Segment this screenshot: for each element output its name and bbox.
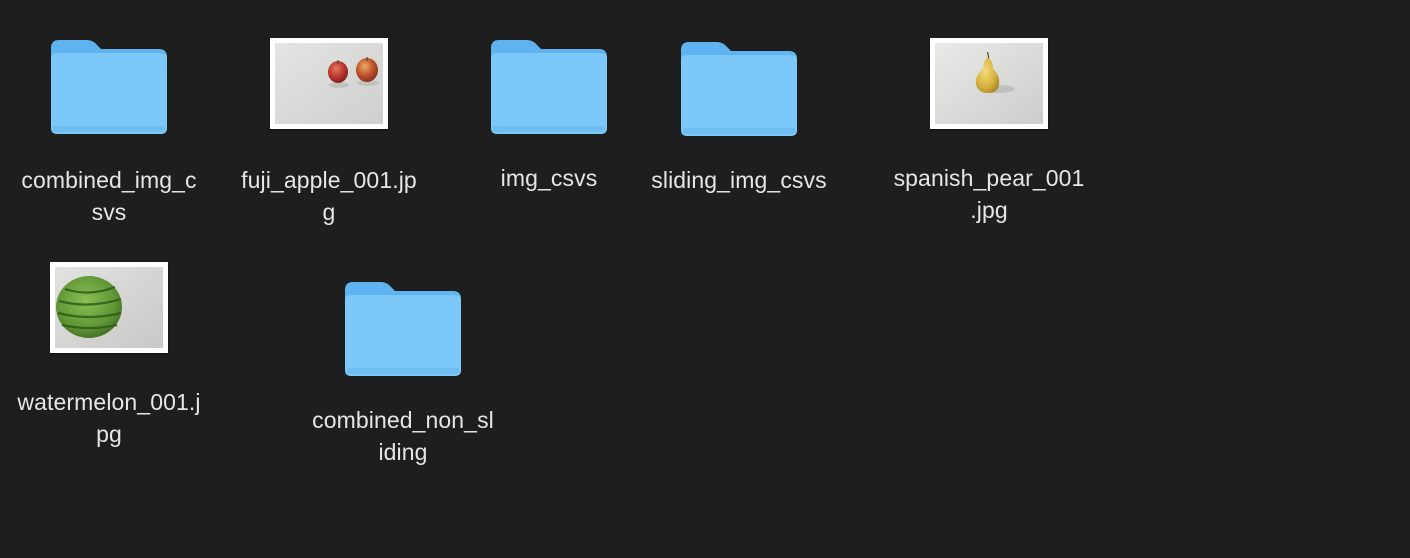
file-label[interactable]: fuji_apple_001.jp g	[224, 164, 434, 228]
folder-icon[interactable]	[4, 34, 214, 136]
image-item-fuji-apple[interactable]: fuji_apple_001.jp g	[224, 30, 434, 230]
file-label-line-2: .jpg	[970, 197, 1008, 223]
folder-icon[interactable]	[444, 34, 654, 136]
file-label[interactable]: combined_non_sl iding	[298, 404, 508, 468]
folder-icon[interactable]	[298, 276, 508, 378]
desktop-icon-grid: combined_img_c svs fuji_apple_001.jp g i…	[0, 0, 1410, 558]
folder-item-img-csvs[interactable]: img_csvs	[444, 30, 654, 230]
file-label[interactable]: img_csvs	[444, 162, 654, 194]
file-label-line-1: watermelon_001.j	[17, 389, 201, 415]
folder-icon[interactable]	[634, 36, 844, 138]
image-item-watermelon[interactable]: watermelon_001.j pg	[4, 254, 214, 454]
file-label[interactable]: combined_img_c svs	[4, 164, 214, 228]
file-label[interactable]: sliding_img_csvs	[634, 164, 844, 196]
file-label-line-1: sliding_img_csvs	[651, 167, 827, 193]
file-label-line-2: iding	[378, 439, 428, 465]
file-label-line-2: g	[322, 199, 336, 225]
file-label-line-1: img_csvs	[500, 165, 598, 191]
image-thumbnail[interactable]	[884, 38, 1094, 129]
file-label-line-2: pg	[96, 421, 122, 447]
image-thumbnail[interactable]	[4, 262, 214, 353]
file-label-line-1: combined_img_c	[21, 167, 197, 193]
image-thumbnail[interactable]	[224, 38, 434, 129]
pear-image	[935, 43, 1043, 124]
file-label-line-1: combined_non_sl	[312, 407, 494, 433]
apple-image	[275, 43, 383, 124]
file-label[interactable]: spanish_pear_001 .jpg	[884, 162, 1094, 226]
file-label-line-1: fuji_apple_001.jp	[241, 167, 417, 193]
folder-item-sliding-img-csvs[interactable]: sliding_img_csvs	[634, 32, 844, 232]
file-label-line-1: spanish_pear_001	[893, 165, 1085, 191]
folder-item-combined-non-sliding[interactable]: combined_non_sl iding	[298, 272, 508, 472]
folder-item-combined-img-csvs[interactable]: combined_img_c svs	[4, 30, 214, 230]
file-label[interactable]: watermelon_001.j pg	[4, 386, 214, 450]
file-label-line-2: svs	[91, 199, 127, 225]
image-item-spanish-pear[interactable]: spanish_pear_001 .jpg	[884, 30, 1094, 230]
watermelon-image	[55, 267, 163, 348]
